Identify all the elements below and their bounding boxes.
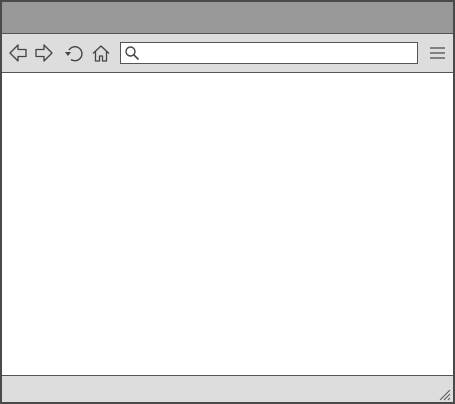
menu-button[interactable] <box>426 42 448 64</box>
home-icon <box>92 45 110 62</box>
back-arrow-icon <box>9 44 27 62</box>
page-content-area[interactable] <box>2 73 453 375</box>
address-input[interactable] <box>143 44 413 62</box>
status-bar <box>2 375 453 402</box>
browser-window <box>0 0 455 404</box>
title-bar[interactable] <box>2 2 453 34</box>
reload-button[interactable] <box>62 42 84 64</box>
hamburger-menu-icon <box>430 47 445 59</box>
forward-button[interactable] <box>33 42 55 64</box>
back-button[interactable] <box>7 42 29 64</box>
search-icon <box>125 46 140 61</box>
reload-icon <box>65 46 83 62</box>
browser-toolbar <box>2 34 453 73</box>
address-bar[interactable] <box>120 42 418 64</box>
home-button[interactable] <box>90 42 112 64</box>
forward-arrow-icon <box>35 44 53 62</box>
resize-grip-icon[interactable] <box>439 389 451 401</box>
